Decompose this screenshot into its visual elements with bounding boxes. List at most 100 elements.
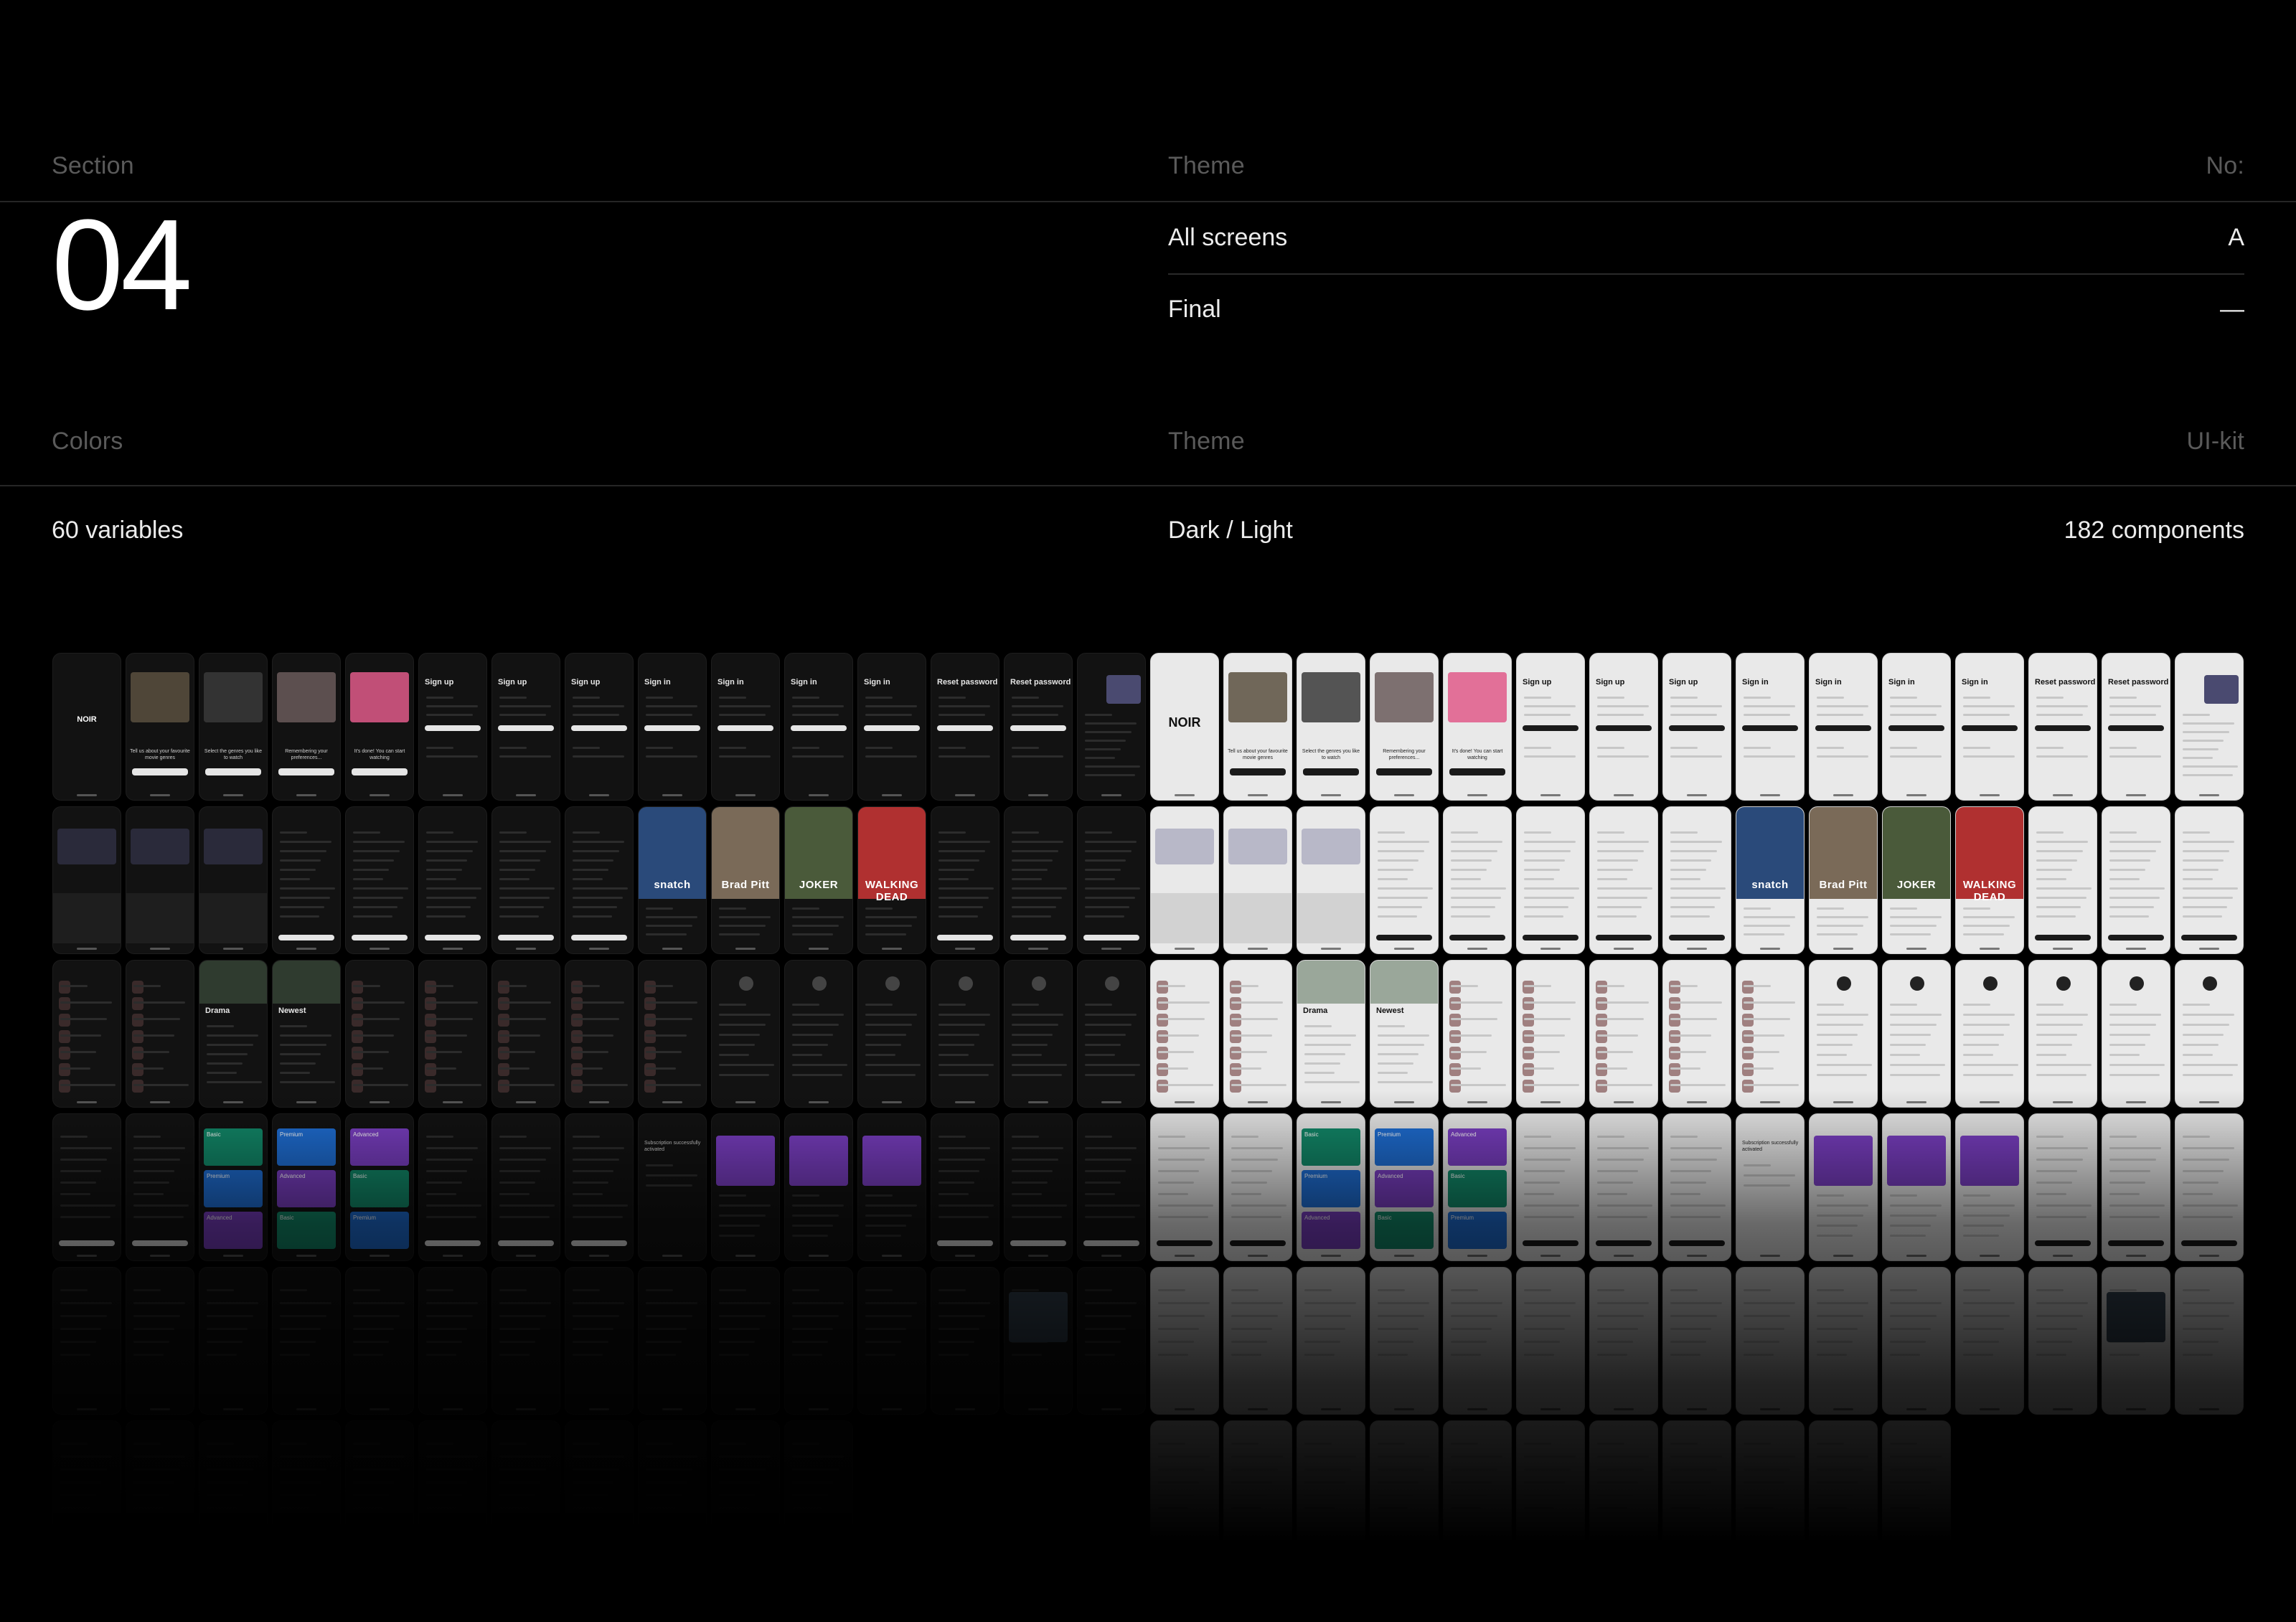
status-bar bbox=[205, 1425, 261, 1428]
thumb bbox=[1596, 1047, 1607, 1060]
home-indicator bbox=[76, 1408, 98, 1410]
text-line bbox=[1231, 1182, 1267, 1184]
text-line bbox=[1231, 1034, 1273, 1037]
home-indicator bbox=[1320, 1101, 1342, 1103]
text-line bbox=[1378, 1072, 1408, 1074]
action-button bbox=[1230, 1240, 1286, 1246]
text-line bbox=[865, 907, 893, 910]
text-line bbox=[1378, 1315, 1424, 1317]
text-line bbox=[646, 1084, 702, 1086]
thumb bbox=[1449, 1080, 1461, 1093]
home-indicator bbox=[76, 948, 98, 950]
text-line bbox=[719, 1014, 771, 1016]
text-line bbox=[938, 859, 980, 862]
text-line bbox=[1670, 697, 1698, 699]
home-indicator bbox=[1320, 794, 1342, 796]
text-line bbox=[207, 1468, 253, 1471]
thumb bbox=[1230, 1030, 1241, 1043]
thumb bbox=[1523, 1063, 1534, 1076]
avatar bbox=[1105, 976, 1119, 991]
text-line bbox=[499, 831, 527, 834]
status-bar bbox=[1596, 1118, 1652, 1121]
text-line bbox=[719, 1302, 771, 1304]
text-line bbox=[792, 1302, 844, 1304]
status-bar bbox=[1010, 965, 1066, 968]
text-line bbox=[1012, 755, 1064, 758]
text-line bbox=[1085, 1044, 1121, 1046]
status-bar bbox=[498, 1425, 554, 1428]
home-indicator bbox=[1320, 1255, 1342, 1257]
text-line bbox=[719, 747, 746, 749]
text-line bbox=[1744, 1067, 1774, 1070]
text-line bbox=[1744, 1328, 1785, 1330]
home-indicator bbox=[735, 1562, 756, 1564]
text-line bbox=[1524, 841, 1576, 843]
text-line bbox=[1890, 1507, 1921, 1509]
status-bar bbox=[937, 811, 993, 814]
text-line bbox=[1085, 765, 1141, 768]
genre-banner bbox=[1370, 961, 1438, 1004]
primary-button bbox=[132, 768, 188, 775]
home-indicator bbox=[1540, 948, 1561, 950]
primary-button bbox=[425, 725, 481, 731]
home-indicator bbox=[1247, 794, 1269, 796]
text-line bbox=[2109, 1014, 2162, 1016]
text-line bbox=[207, 1315, 253, 1317]
screen-thumbnail bbox=[345, 806, 414, 954]
text-line bbox=[1744, 1456, 1796, 1458]
text-line bbox=[1817, 1064, 1873, 1066]
status-bar bbox=[352, 658, 408, 661]
status-bar bbox=[1596, 1425, 1652, 1428]
text-line bbox=[499, 1147, 552, 1149]
text-line bbox=[1524, 1468, 1571, 1471]
text-line bbox=[60, 1315, 107, 1317]
text-line bbox=[1012, 841, 1064, 843]
text-line bbox=[1890, 1494, 1926, 1496]
text-line bbox=[2183, 1034, 2224, 1036]
text-line bbox=[1597, 747, 1624, 749]
screen-thumbnail bbox=[1370, 1267, 1439, 1415]
text-line bbox=[426, 1001, 479, 1004]
text-line bbox=[2036, 1204, 2092, 1207]
text-line bbox=[1524, 705, 1576, 707]
text-line bbox=[1085, 1170, 1126, 1172]
text-line bbox=[2183, 841, 2235, 843]
screen-thumbnail: Basic Premium Advanced bbox=[1297, 1113, 1365, 1261]
home-indicator bbox=[1759, 1562, 1781, 1564]
home-indicator bbox=[1027, 1408, 1049, 1410]
text-line bbox=[353, 859, 395, 862]
primary-button bbox=[2035, 725, 2091, 731]
text-line bbox=[1670, 1468, 1717, 1471]
home-indicator bbox=[1101, 794, 1122, 796]
text-line bbox=[1670, 1204, 1726, 1207]
artwork bbox=[350, 672, 409, 722]
text-line bbox=[1012, 1054, 1043, 1056]
text-line bbox=[1597, 1136, 1624, 1138]
text-line bbox=[2036, 1054, 2067, 1056]
plan-card: Premium bbox=[204, 1170, 263, 1207]
text-line bbox=[1744, 1184, 1790, 1187]
keyboard bbox=[126, 893, 194, 943]
text-line bbox=[1890, 1064, 1946, 1066]
thumb bbox=[425, 981, 436, 994]
text-line bbox=[938, 1182, 974, 1184]
home-indicator bbox=[76, 794, 98, 796]
text-line bbox=[2183, 850, 2229, 852]
thumb bbox=[59, 1030, 70, 1043]
home-indicator bbox=[1832, 1255, 1854, 1257]
home-indicator bbox=[2198, 1255, 2220, 1257]
text-line bbox=[1378, 859, 1419, 862]
primary-button bbox=[1010, 725, 1066, 731]
text-line bbox=[865, 1302, 918, 1304]
primary-button bbox=[1449, 768, 1505, 775]
screen-thumbnail bbox=[1150, 806, 1219, 954]
text-line bbox=[938, 1054, 969, 1056]
text-line bbox=[2109, 1074, 2160, 1076]
text-line bbox=[280, 1302, 332, 1304]
plan-label: Advanced bbox=[1378, 1173, 1403, 1179]
home-indicator bbox=[881, 1255, 903, 1257]
text-line bbox=[646, 1468, 692, 1471]
text-line bbox=[426, 714, 473, 716]
text-line bbox=[60, 1034, 102, 1037]
avatar bbox=[2056, 976, 2071, 991]
